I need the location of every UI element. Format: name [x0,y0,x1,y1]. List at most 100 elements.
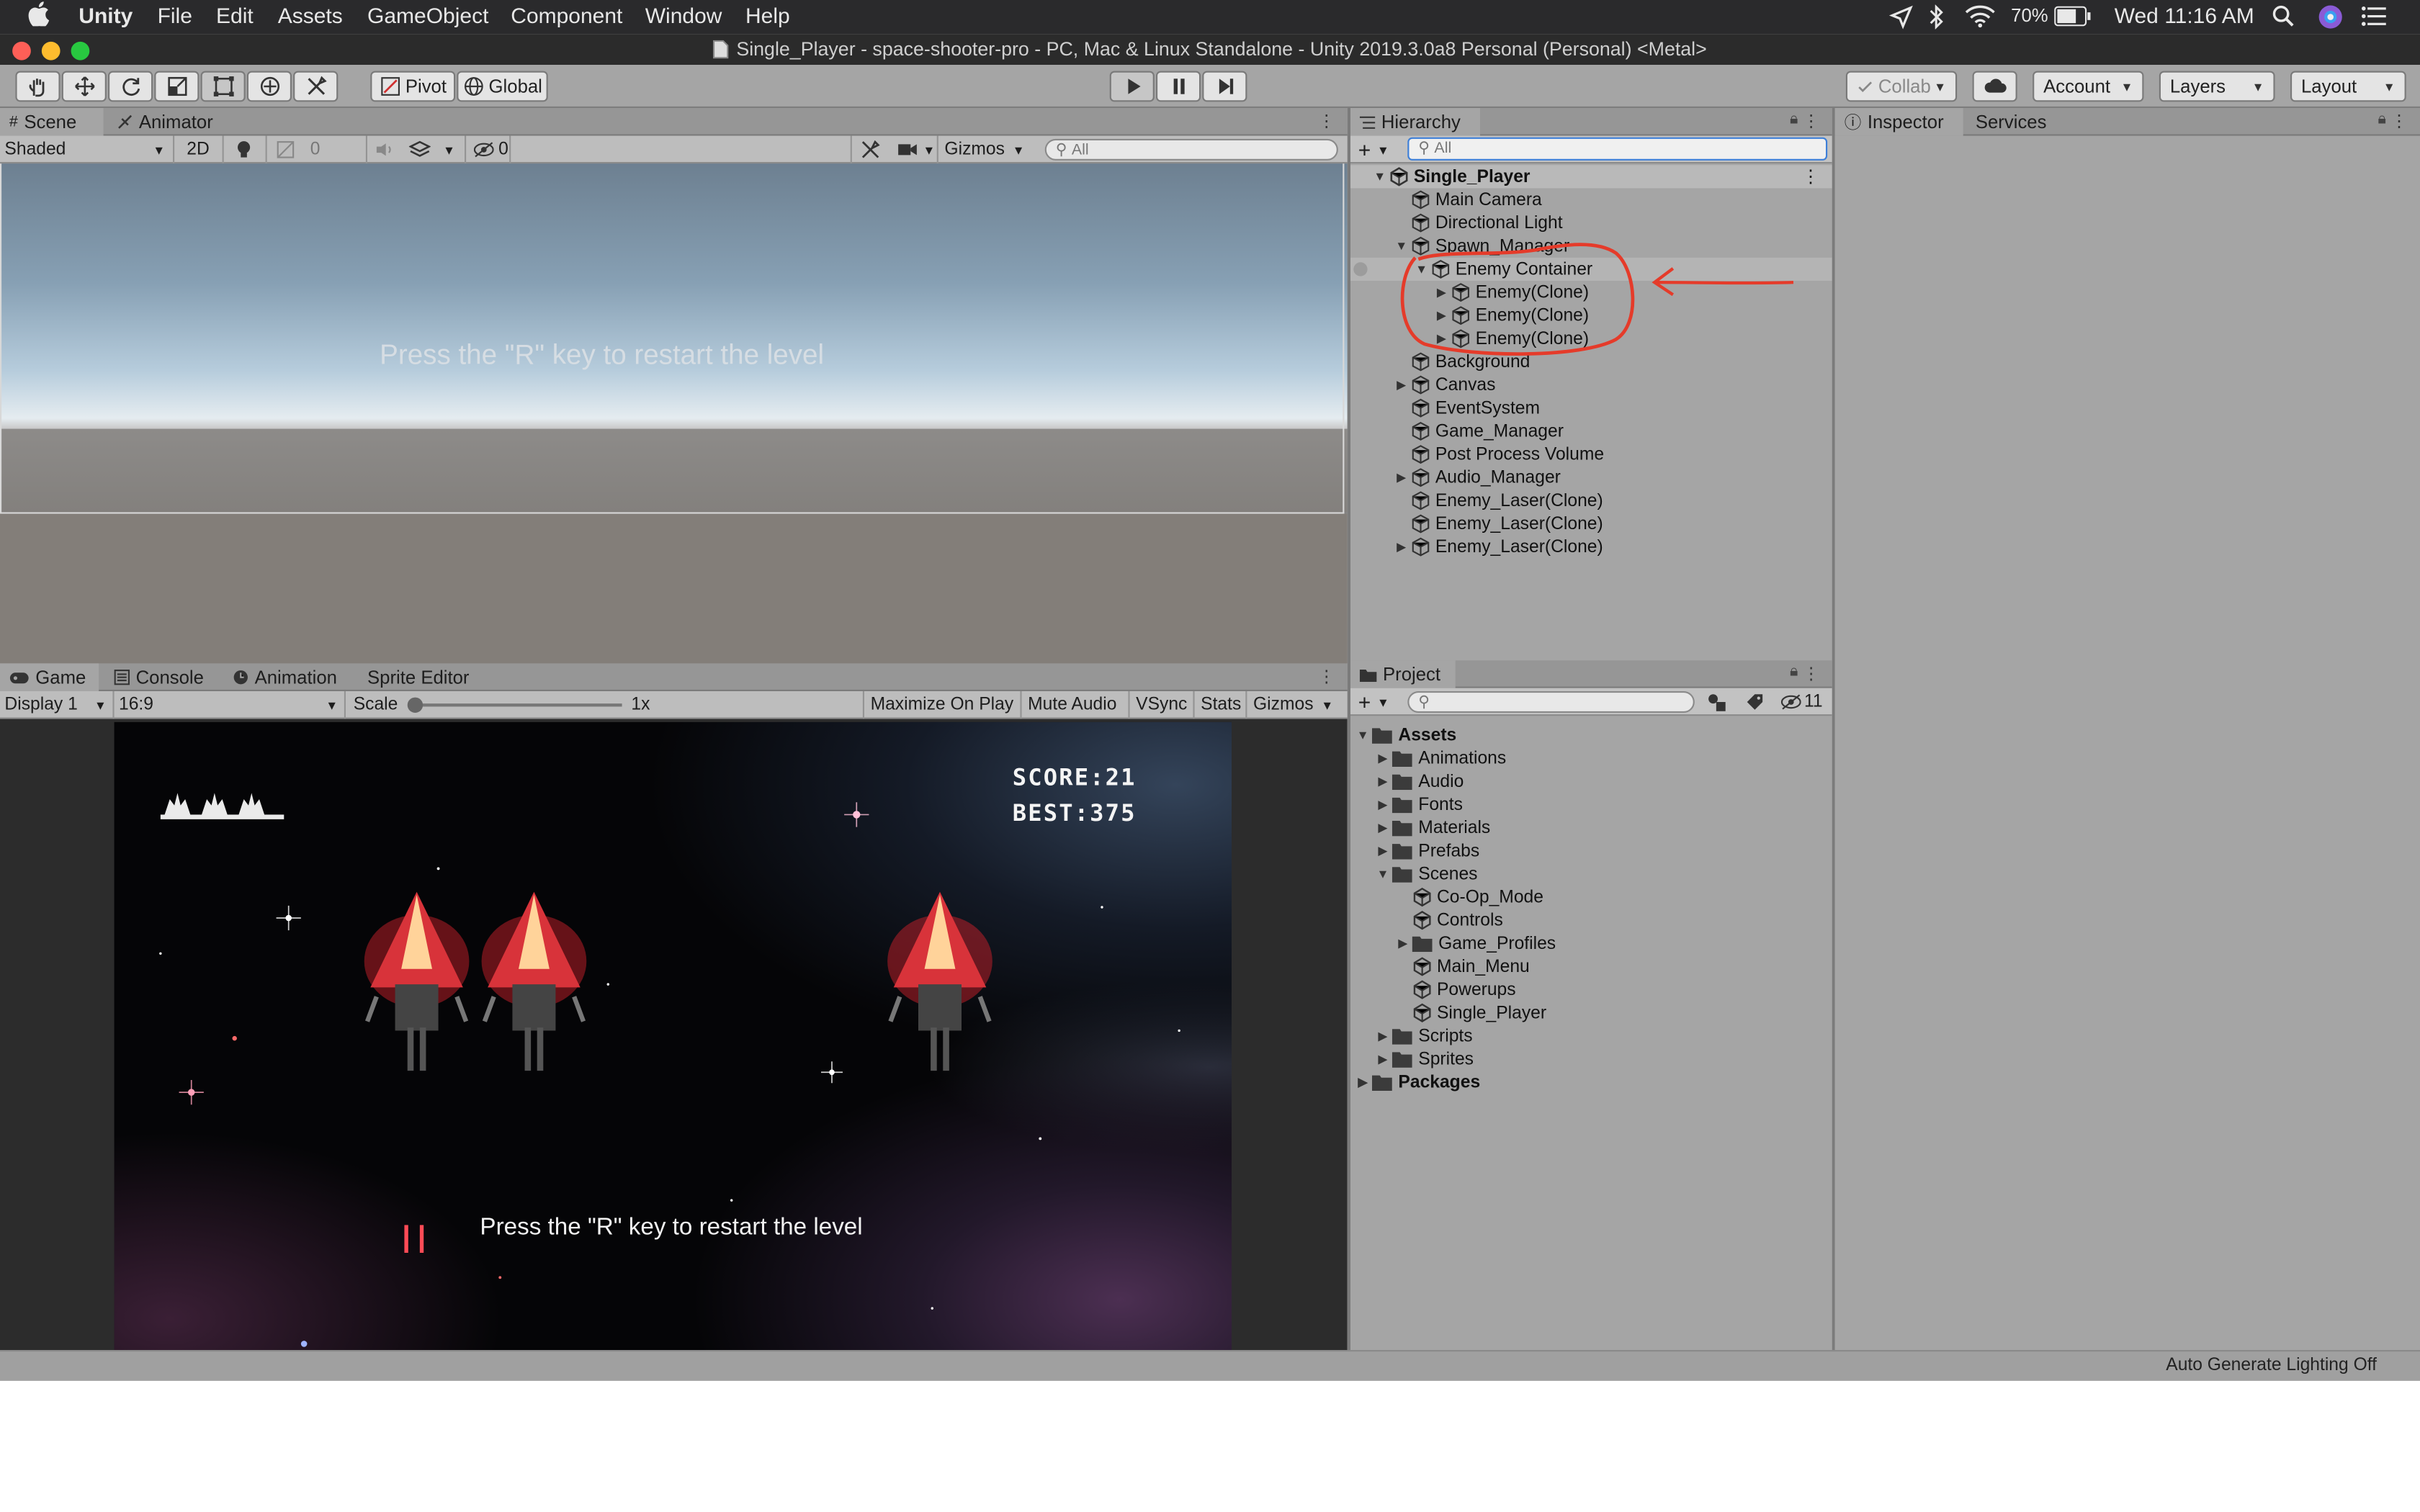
rotate-tool-button[interactable] [108,71,153,102]
tab-animator[interactable]: Animator [108,108,223,136]
menubar-clock[interactable]: Wed 11:16 AM [2115,3,2254,27]
spotlight-search-icon[interactable] [2272,4,2295,32]
siri-icon[interactable] [2318,4,2343,34]
hidden-objects-toggle[interactable]: 0 [469,136,513,164]
stats-toggle[interactable]: Stats [1196,691,1246,719]
expand-arrow-icon[interactable]: ▶ [1373,775,1392,788]
scale-slider-track[interactable] [411,703,622,707]
scene-search-input[interactable]: ⚲ All [1044,138,1338,161]
panel-menu-icon[interactable]: ⋮ [1803,663,1820,684]
gizmos-dropdown[interactable]: Gizmos ▼ [940,136,1029,164]
audio-toggle[interactable] [370,136,398,164]
lock-icon[interactable]: 🔒︎ [2378,111,2385,128]
transform-tool-button[interactable] [246,71,292,102]
project-scene-co-op-mode[interactable]: Co-Op_Mode [1350,886,1543,909]
project-folder-animations[interactable]: ▶ Animations [1350,747,1506,770]
project-folder-audio[interactable]: ▶ Audio [1350,770,1464,793]
lock-icon[interactable]: 🔒︎ [1790,663,1798,680]
tab-inspector[interactable]: ⓘ Inspector [1834,108,1963,136]
search-by-label-button[interactable] [1741,688,1769,716]
scene-viewport[interactable]: Press the "R" key to restart the level [0,163,1348,664]
project-folder-sprites[interactable]: ▶ Sprites [1350,1048,1474,1071]
project-scene-main-menu[interactable]: Main_Menu [1350,955,1530,978]
project-folder-scenes[interactable]: ▼ Scenes [1350,863,1477,886]
menu-assets[interactable]: Assets [278,3,343,27]
vsync-toggle[interactable]: VSync [1131,691,1192,719]
expand-arrow-icon[interactable]: ▶ [1373,1029,1392,1043]
scale-tool-button[interactable] [154,71,200,102]
pause-button[interactable] [1156,71,1201,102]
expand-arrow-icon[interactable]: ▼ [1353,728,1372,742]
project-folder-scripts[interactable]: ▶ Scripts [1350,1025,1472,1048]
project-scene-controls[interactable]: Controls [1350,909,1503,932]
tab-console[interactable]: Console [105,663,213,691]
project-folder-materials[interactable]: ▶ Materials [1350,816,1490,840]
play-button[interactable] [1109,71,1155,102]
expand-arrow-icon[interactable]: ▶ [1373,798,1392,811]
project-search-input[interactable]: ⚲ [1407,691,1695,713]
tab-scene[interactable]: # Scene [0,108,104,136]
project-folder-fonts[interactable]: ▶ Fonts [1350,793,1463,816]
game-gizmos-dropdown[interactable]: Gizmos ▼ [1249,691,1338,719]
expand-arrow-icon[interactable]: ▶ [1394,937,1412,950]
lighting-toggle[interactable] [231,136,256,164]
panel-menu-icon[interactable]: ⋮ [1318,111,1335,131]
move-tool-button[interactable] [61,71,107,102]
mute-audio-toggle[interactable]: Mute Audio [1023,691,1121,719]
expand-arrow-icon[interactable]: ▶ [1373,844,1392,858]
minimize-window-button[interactable] [41,41,60,60]
custom-tool-button[interactable] [293,71,339,102]
project-scene-single-player[interactable]: Single_Player [1350,1002,1546,1025]
tab-game[interactable]: Game [0,663,99,691]
cloud-services-button[interactable] [1972,71,2017,102]
project-folder-game-profiles[interactable]: ▶ Game_Profiles [1350,932,1556,955]
menu-gameobject[interactable]: GameObject [367,3,488,27]
pivot-toggle-button[interactable]: Pivot [370,71,456,102]
tab-animation[interactable]: Animation [224,663,346,691]
step-button[interactable] [1202,71,1247,102]
location-arrow-icon[interactable] [1888,4,1914,34]
close-window-button[interactable] [12,41,31,60]
wifi-icon[interactable] [1965,4,1996,32]
camera-settings-dropdown[interactable]: ▼ [892,136,940,164]
expand-arrow-icon[interactable]: ▶ [1373,1052,1392,1066]
project-folder-prefabs[interactable]: ▶ Prefabs [1350,840,1479,863]
panel-menu-icon[interactable]: ⋮ [1318,667,1335,687]
menu-app-unity[interactable]: Unity [79,3,133,27]
maximize-on-play-toggle[interactable]: Maximize On Play [866,691,1018,719]
global-toggle-button[interactable]: Global [457,71,548,102]
layers-dropdown[interactable]: Layers ▼ [2159,71,2275,102]
project-folder-assets[interactable]: ▼ Assets [1350,724,1457,747]
expand-arrow-icon[interactable]: ▶ [1373,752,1392,765]
tab-project[interactable]: Project [1350,660,1456,688]
apple-icon[interactable] [28,1,50,31]
effects-toggle[interactable]: 0 [272,136,325,164]
aspect-ratio-dropdown[interactable]: 16:9 ▼ [115,691,343,719]
expand-arrow-icon[interactable]: ▶ [1373,821,1392,834]
collab-dropdown[interactable]: Collab ▼ [1845,71,1958,102]
tab-services[interactable]: Services [1966,108,2056,136]
panel-menu-icon[interactable]: ⋮ [2390,111,2408,131]
menu-help[interactable]: Help [745,3,790,27]
2d-toggle-button[interactable]: 2D [182,136,214,164]
menu-component[interactable]: Component [511,3,622,27]
game-viewport[interactable]: SCORE:21 BEST:375 Press the "R" key to r… [114,721,1232,1350]
menu-edit[interactable]: Edit [216,3,254,27]
scale-slider-handle[interactable] [407,697,424,713]
shading-mode-dropdown[interactable]: Shaded ▼ [0,136,170,164]
notification-center-icon[interactable] [2361,6,2386,31]
rect-tool-button[interactable] [200,71,246,102]
tab-sprite-editor[interactable]: Sprite Editor [358,663,478,691]
expand-arrow-icon[interactable]: ▼ [1373,867,1392,881]
display-dropdown[interactable]: Display 1 ▼ [0,691,111,719]
layout-dropdown[interactable]: Layout ▼ [2290,71,2406,102]
battery-icon[interactable] [2054,6,2091,31]
menu-window[interactable]: Window [645,3,722,27]
expand-arrow-icon[interactable]: ▶ [1353,1076,1372,1089]
create-asset-dropdown[interactable]: + ▼ [1353,688,1394,716]
scene-tools-button[interactable] [856,136,884,164]
account-dropdown[interactable]: Account ▼ [2033,71,2144,102]
project-scene-powerups[interactable]: Powerups [1350,978,1516,1002]
search-by-type-button[interactable] [1703,688,1732,716]
menu-file[interactable]: File [158,3,192,27]
